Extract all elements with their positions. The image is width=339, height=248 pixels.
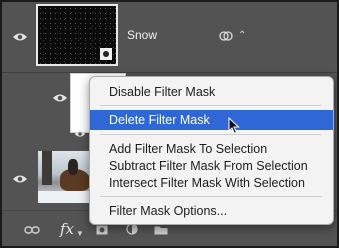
visibility-eye-icon[interactable] bbox=[74, 130, 90, 140]
visibility-eye-icon[interactable] bbox=[12, 32, 28, 42]
fx-button[interactable]: fx bbox=[60, 220, 74, 238]
menu-separator bbox=[100, 134, 322, 135]
link-layers-icon[interactable] bbox=[24, 223, 40, 238]
chevron-down-icon[interactable]: ▼ bbox=[76, 229, 84, 238]
group-folder-icon[interactable] bbox=[154, 223, 168, 238]
menu-item-filter-mask-options[interactable]: Filter Mask Options... bbox=[90, 201, 333, 221]
layers-panel: Snow ⌃ fx ▼ Disable Filter Mask Delete F… bbox=[0, 0, 339, 248]
add-mask-icon[interactable] bbox=[96, 223, 108, 238]
chevron-up-icon[interactable]: ⌃ bbox=[238, 30, 246, 41]
tree-shape bbox=[42, 151, 52, 185]
layer-row-snow[interactable]: Snow ⌃ bbox=[2, 2, 337, 73]
menu-separator bbox=[100, 105, 322, 106]
link-chain-icon bbox=[219, 29, 233, 47]
adjustment-layer-icon[interactable] bbox=[126, 223, 138, 238]
visibility-eye-icon[interactable] bbox=[12, 174, 28, 184]
menu-item-disable-filter-mask[interactable]: Disable Filter Mask bbox=[90, 82, 333, 102]
mouse-cursor-icon bbox=[228, 116, 240, 140]
smart-object-thumbnail[interactable] bbox=[36, 4, 118, 66]
visibility-eye-icon[interactable] bbox=[52, 93, 68, 103]
filter-mask-context-menu: Disable Filter Mask Delete Filter Mask A… bbox=[89, 76, 334, 225]
menu-separator bbox=[100, 196, 322, 197]
rider-shape bbox=[68, 159, 78, 175]
menu-item-intersect-filter-mask-with-selection[interactable]: Intersect Filter Mask With Selection bbox=[90, 173, 333, 193]
layer-name-snow[interactable]: Snow bbox=[127, 28, 157, 42]
smart-object-badge-icon bbox=[100, 48, 112, 60]
menu-item-delete-filter-mask[interactable]: Delete Filter Mask bbox=[90, 110, 333, 130]
